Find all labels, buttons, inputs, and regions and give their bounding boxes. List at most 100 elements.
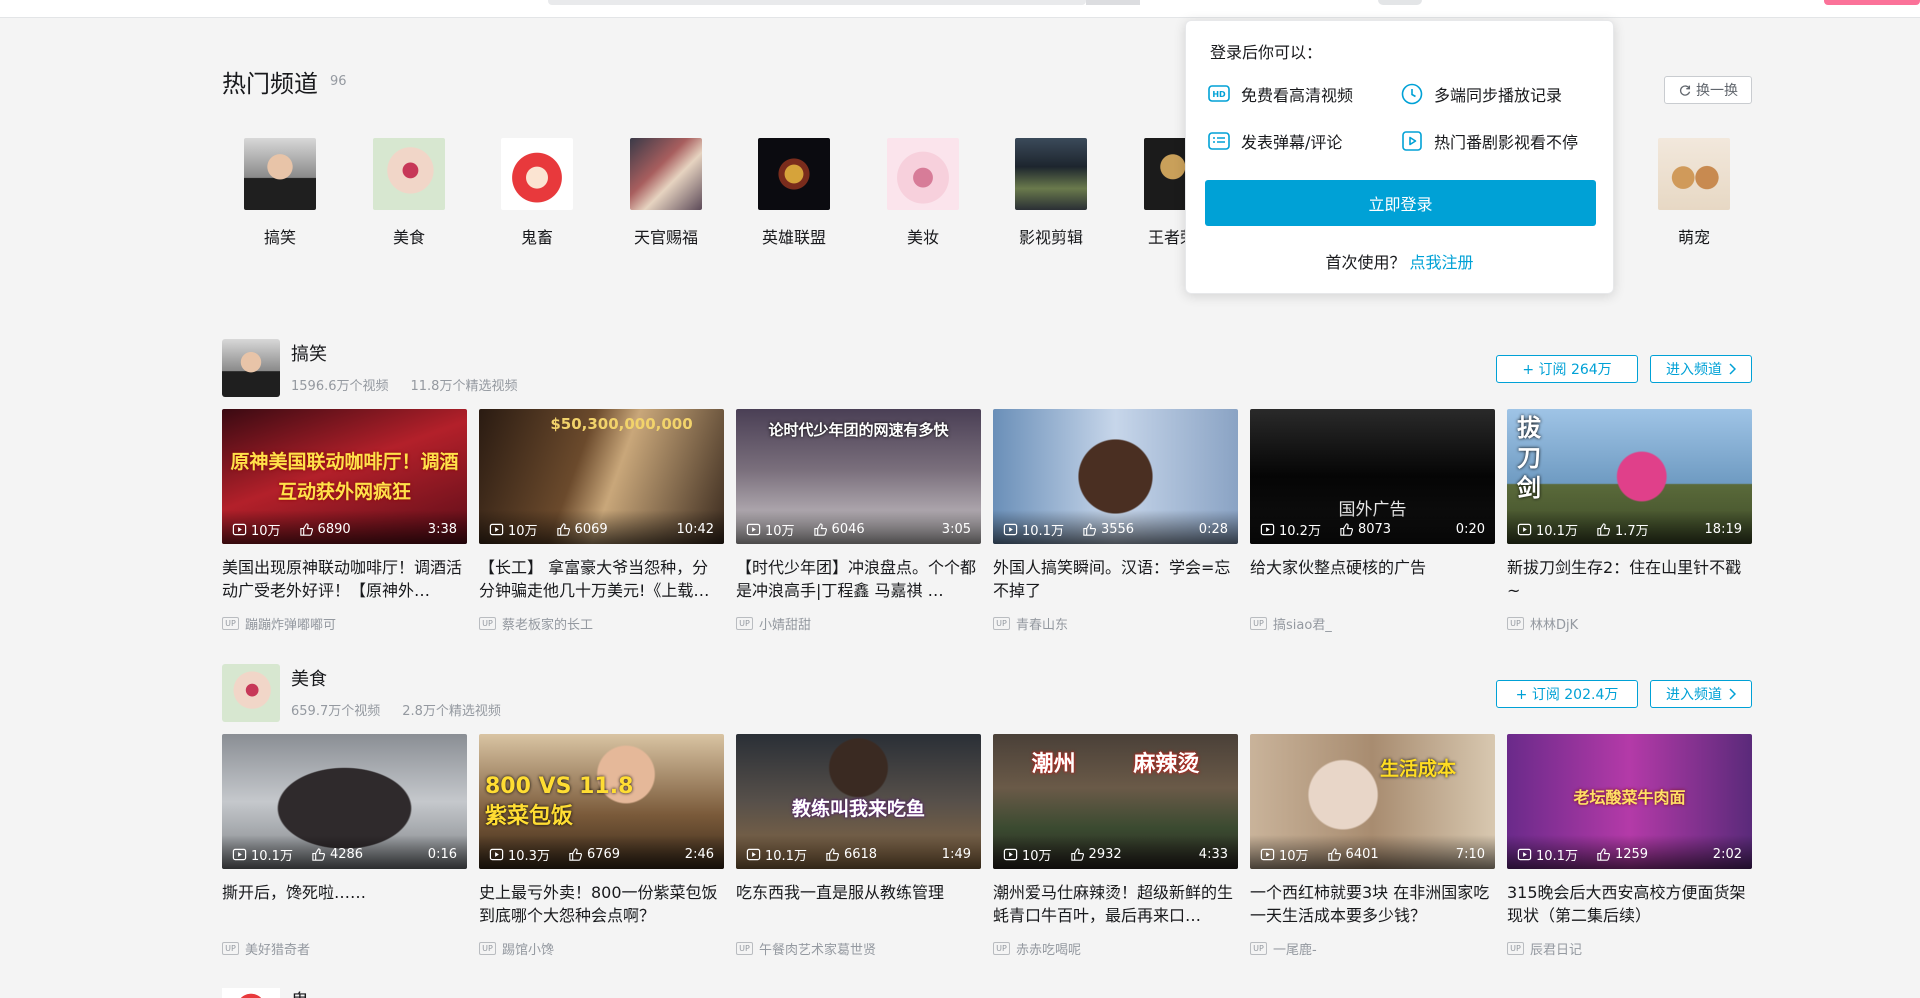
video-uploader[interactable]: UP 赤赤吃喝呢 <box>993 939 1238 958</box>
views: 10.1万 <box>1517 520 1578 539</box>
refresh-label: 换一换 <box>1696 83 1738 99</box>
video-card[interactable]: 教练叫我来吃鱼 10.1万 6618 1:49 吃东西我一直是服从教练管理 UP… <box>736 734 981 958</box>
up-badge-icon: UP <box>479 617 496 630</box>
video-thumbnail[interactable]: 800 VS 11.8 紫菜包饭 10.3万 6769 2:46 <box>479 734 724 869</box>
video-card[interactable]: 国外广告 10.2万 8073 0:20 给大家伙整点硬核的广告 UP 搞siao… <box>1250 409 1495 633</box>
upload-button[interactable] <box>1824 0 1920 5</box>
video-uploader[interactable]: UP 青春山东 <box>993 614 1238 633</box>
channel-item[interactable]: 萌宠 <box>1658 138 1730 248</box>
chevron-right-icon <box>1729 688 1736 700</box>
video-title[interactable]: 外国人搞笑瞬间。汉语：学会=忘不掉了 <box>993 556 1238 602</box>
video-thumbnail[interactable]: 10.1万 3556 0:28 <box>993 409 1238 544</box>
play-count-icon <box>489 523 504 535</box>
video-thumbnail[interactable]: 教练叫我来吃鱼 10.1万 6618 1:49 <box>736 734 981 869</box>
subscribe-button[interactable]: + 订阅 202.4万 <box>1496 680 1638 708</box>
search-button[interactable] <box>1086 0 1140 5</box>
video-title[interactable]: 315晚会后大西安高校方便面货架现状（第二集后续） <box>1507 881 1752 927</box>
video-title[interactable]: 史上最亏外卖！800一份紫菜包饭到底哪个大怨种会点啊？ <box>479 881 724 927</box>
video-title[interactable]: 新拔刀剑生存2：住在山里针不戳~ <box>1507 556 1752 602</box>
video-thumbnail[interactable]: 10.1万 4286 0:16 <box>222 734 467 869</box>
video-duration: 0:16 <box>427 846 457 862</box>
search-input[interactable] <box>548 0 1086 5</box>
video-meta: 10.1万 6618 1:49 <box>746 845 971 864</box>
video-card[interactable]: 老坛酸菜牛肉面 10.1万 1259 2:02 315晚会后大西安高校方便面货架… <box>1507 734 1752 958</box>
video-thumbnail[interactable]: $50,300,000,000 10万 6069 10:42 <box>479 409 724 544</box>
video-card[interactable]: 800 VS 11.8 紫菜包饭 10.3万 6769 2:46 史上最亏外卖！… <box>479 734 724 958</box>
login-avatar[interactable] <box>1378 0 1422 5</box>
channel-item[interactable]: 美妆 <box>887 138 959 248</box>
section-name[interactable]: 鬼畜 <box>291 987 309 998</box>
video-uploader[interactable]: UP 辰君日记 <box>1507 939 1752 958</box>
video-thumbnail[interactable]: 原神美国联动咖啡厅！调酒互动获外网疯狂 10万 6890 3:38 <box>222 409 467 544</box>
video-title[interactable]: 给大家伙整点硬核的广告 <box>1250 556 1495 602</box>
channel-item[interactable]: 天官赐福 <box>630 138 702 248</box>
view-count: 10万 <box>251 523 281 539</box>
likes: 4286 <box>311 847 363 862</box>
enter-channel-button[interactable]: 进入频道 <box>1650 680 1752 708</box>
refresh-button[interactable]: 换一换 <box>1664 76 1752 104</box>
video-uploader[interactable]: UP 踢馆小馋 <box>479 939 724 958</box>
thumbnail-caption: 拔刀剑 <box>1517 414 1541 502</box>
video-card[interactable]: 10.1万 4286 0:16 撕开后，馋死啦…… UP 美好猎奇者 <box>222 734 467 958</box>
thumbnail-caption: 800 VS 11.8 紫菜包饭 <box>485 774 634 829</box>
video-uploader[interactable]: UP 午餐肉艺术家葛世贤 <box>736 939 981 958</box>
video-card[interactable]: 拔刀剑 10.1万 1.7万 18:19 新拔刀剑生存2：住在山里针不戳~ UP… <box>1507 409 1752 633</box>
register-link[interactable]: 点我注册 <box>1410 253 1474 272</box>
view-count: 10.1万 <box>1536 523 1578 539</box>
video-thumbnail[interactable]: 潮州 麻辣烫 10万 2932 4:33 <box>993 734 1238 869</box>
video-uploader[interactable]: UP 林林DjK <box>1507 614 1752 633</box>
channel-avatar <box>373 138 445 210</box>
video-card[interactable]: 论时代少年团的网速有多快 10万 6046 3:05 【时代少年团】冲浪盘点。个… <box>736 409 981 633</box>
video-title[interactable]: 美国出现原神联动咖啡厅！调酒活动广受老外好评！【原神外… <box>222 556 467 602</box>
channel-section-meishi: 美食 659.7万个视频 2.8万个精选视频 + 订阅 202.4万 进入频道 1… <box>222 664 1752 958</box>
video-title[interactable]: 【时代少年团】冲浪盘点。个个都是冲浪高手|丁程鑫 马嘉祺 … <box>736 556 981 602</box>
likes: 6046 <box>813 522 865 537</box>
video-uploader[interactable]: UP 小婧甜甜 <box>736 614 981 633</box>
up-badge-icon: UP <box>993 942 1010 955</box>
video-title[interactable]: 吃东西我一直是服从教练管理 <box>736 881 981 927</box>
up-badge-icon: UP <box>222 617 239 630</box>
section-header: 美食 659.7万个视频 2.8万个精选视频 + 订阅 202.4万 进入频道 <box>222 664 1752 722</box>
enter-channel-label: 进入频道 <box>1666 362 1722 378</box>
video-card[interactable]: 潮州 麻辣烫 10万 2932 4:33 潮州爱马仕麻辣烫！超级新鲜的生蚝青口牛… <box>993 734 1238 958</box>
enter-channel-button[interactable]: 进入频道 <box>1650 355 1752 383</box>
channel-avatar <box>244 138 316 210</box>
subscribe-button[interactable]: + 订阅 264万 <box>1496 355 1638 383</box>
video-card[interactable]: $50,300,000,000 10万 6069 10:42 【长工】 拿富豪大… <box>479 409 724 633</box>
section-avatar[interactable] <box>222 664 280 722</box>
channel-item[interactable]: 英雄联盟 <box>758 138 830 248</box>
video-thumbnail[interactable]: 国外广告 10.2万 8073 0:20 <box>1250 409 1495 544</box>
video-card[interactable]: 生活成本 10万 6401 7:10 一个西红柿就要3块 在非洲国家吃一天生活成… <box>1250 734 1495 958</box>
video-thumbnail[interactable]: 老坛酸菜牛肉面 10.1万 1259 2:02 <box>1507 734 1752 869</box>
video-card[interactable]: 原神美国联动咖啡厅！调酒互动获外网疯狂 10万 6890 3:38 美国出现原神… <box>222 409 467 633</box>
video-duration: 3:05 <box>941 521 971 537</box>
video-duration: 3:38 <box>427 521 457 537</box>
video-uploader[interactable]: UP 蹦蹦炸弹嘟嘟可 <box>222 614 467 633</box>
video-uploader[interactable]: UP 美好猎奇者 <box>222 939 467 958</box>
video-thumbnail[interactable]: 生活成本 10万 6401 7:10 <box>1250 734 1495 869</box>
section-name[interactable]: 搞笑 <box>291 340 327 366</box>
uploader-name: 踢馆小馋 <box>502 943 555 958</box>
video-uploader[interactable]: UP 蔡老板家的长工 <box>479 614 724 633</box>
channel-item[interactable]: 搞笑 <box>244 138 316 248</box>
video-uploader[interactable]: UP 搞siao君_ <box>1250 614 1495 633</box>
channel-item[interactable]: 美食 <box>373 138 445 248</box>
login-button[interactable]: 立即登录 <box>1205 180 1596 226</box>
video-thumbnail[interactable]: 拔刀剑 10.1万 1.7万 18:19 <box>1507 409 1752 544</box>
video-uploader[interactable]: UP 一尾鹿- <box>1250 939 1495 958</box>
video-meta: 10.1万 3556 0:28 <box>1003 520 1228 539</box>
channel-item[interactable]: 鬼畜 <box>501 138 573 248</box>
section-avatar[interactable] <box>222 988 280 998</box>
video-title[interactable]: 一个西红柿就要3块 在非洲国家吃一天生活成本要多少钱？ <box>1250 881 1495 927</box>
video-duration: 2:02 <box>1712 846 1742 862</box>
video-card[interactable]: 10.1万 3556 0:28 外国人搞笑瞬间。汉语：学会=忘不掉了 UP 青春山… <box>993 409 1238 633</box>
channel-avatar <box>1015 138 1087 210</box>
benefit-label: 免费看高清视频 <box>1241 86 1354 105</box>
video-title[interactable]: 潮州爱马仕麻辣烫！超级新鲜的生蚝青口牛百叶，最后再来口… <box>993 881 1238 927</box>
section-avatar[interactable] <box>222 339 280 397</box>
video-title[interactable]: 撕开后，馋死啦…… <box>222 881 467 927</box>
video-title[interactable]: 【长工】 拿富豪大爷当怨种，分分钟骗走他几十万美元!《上载… <box>479 556 724 602</box>
channel-item[interactable]: 影视剪辑 <box>1015 138 1087 248</box>
section-name[interactable]: 美食 <box>291 665 327 691</box>
video-thumbnail[interactable]: 论时代少年团的网速有多快 10万 6046 3:05 <box>736 409 981 544</box>
